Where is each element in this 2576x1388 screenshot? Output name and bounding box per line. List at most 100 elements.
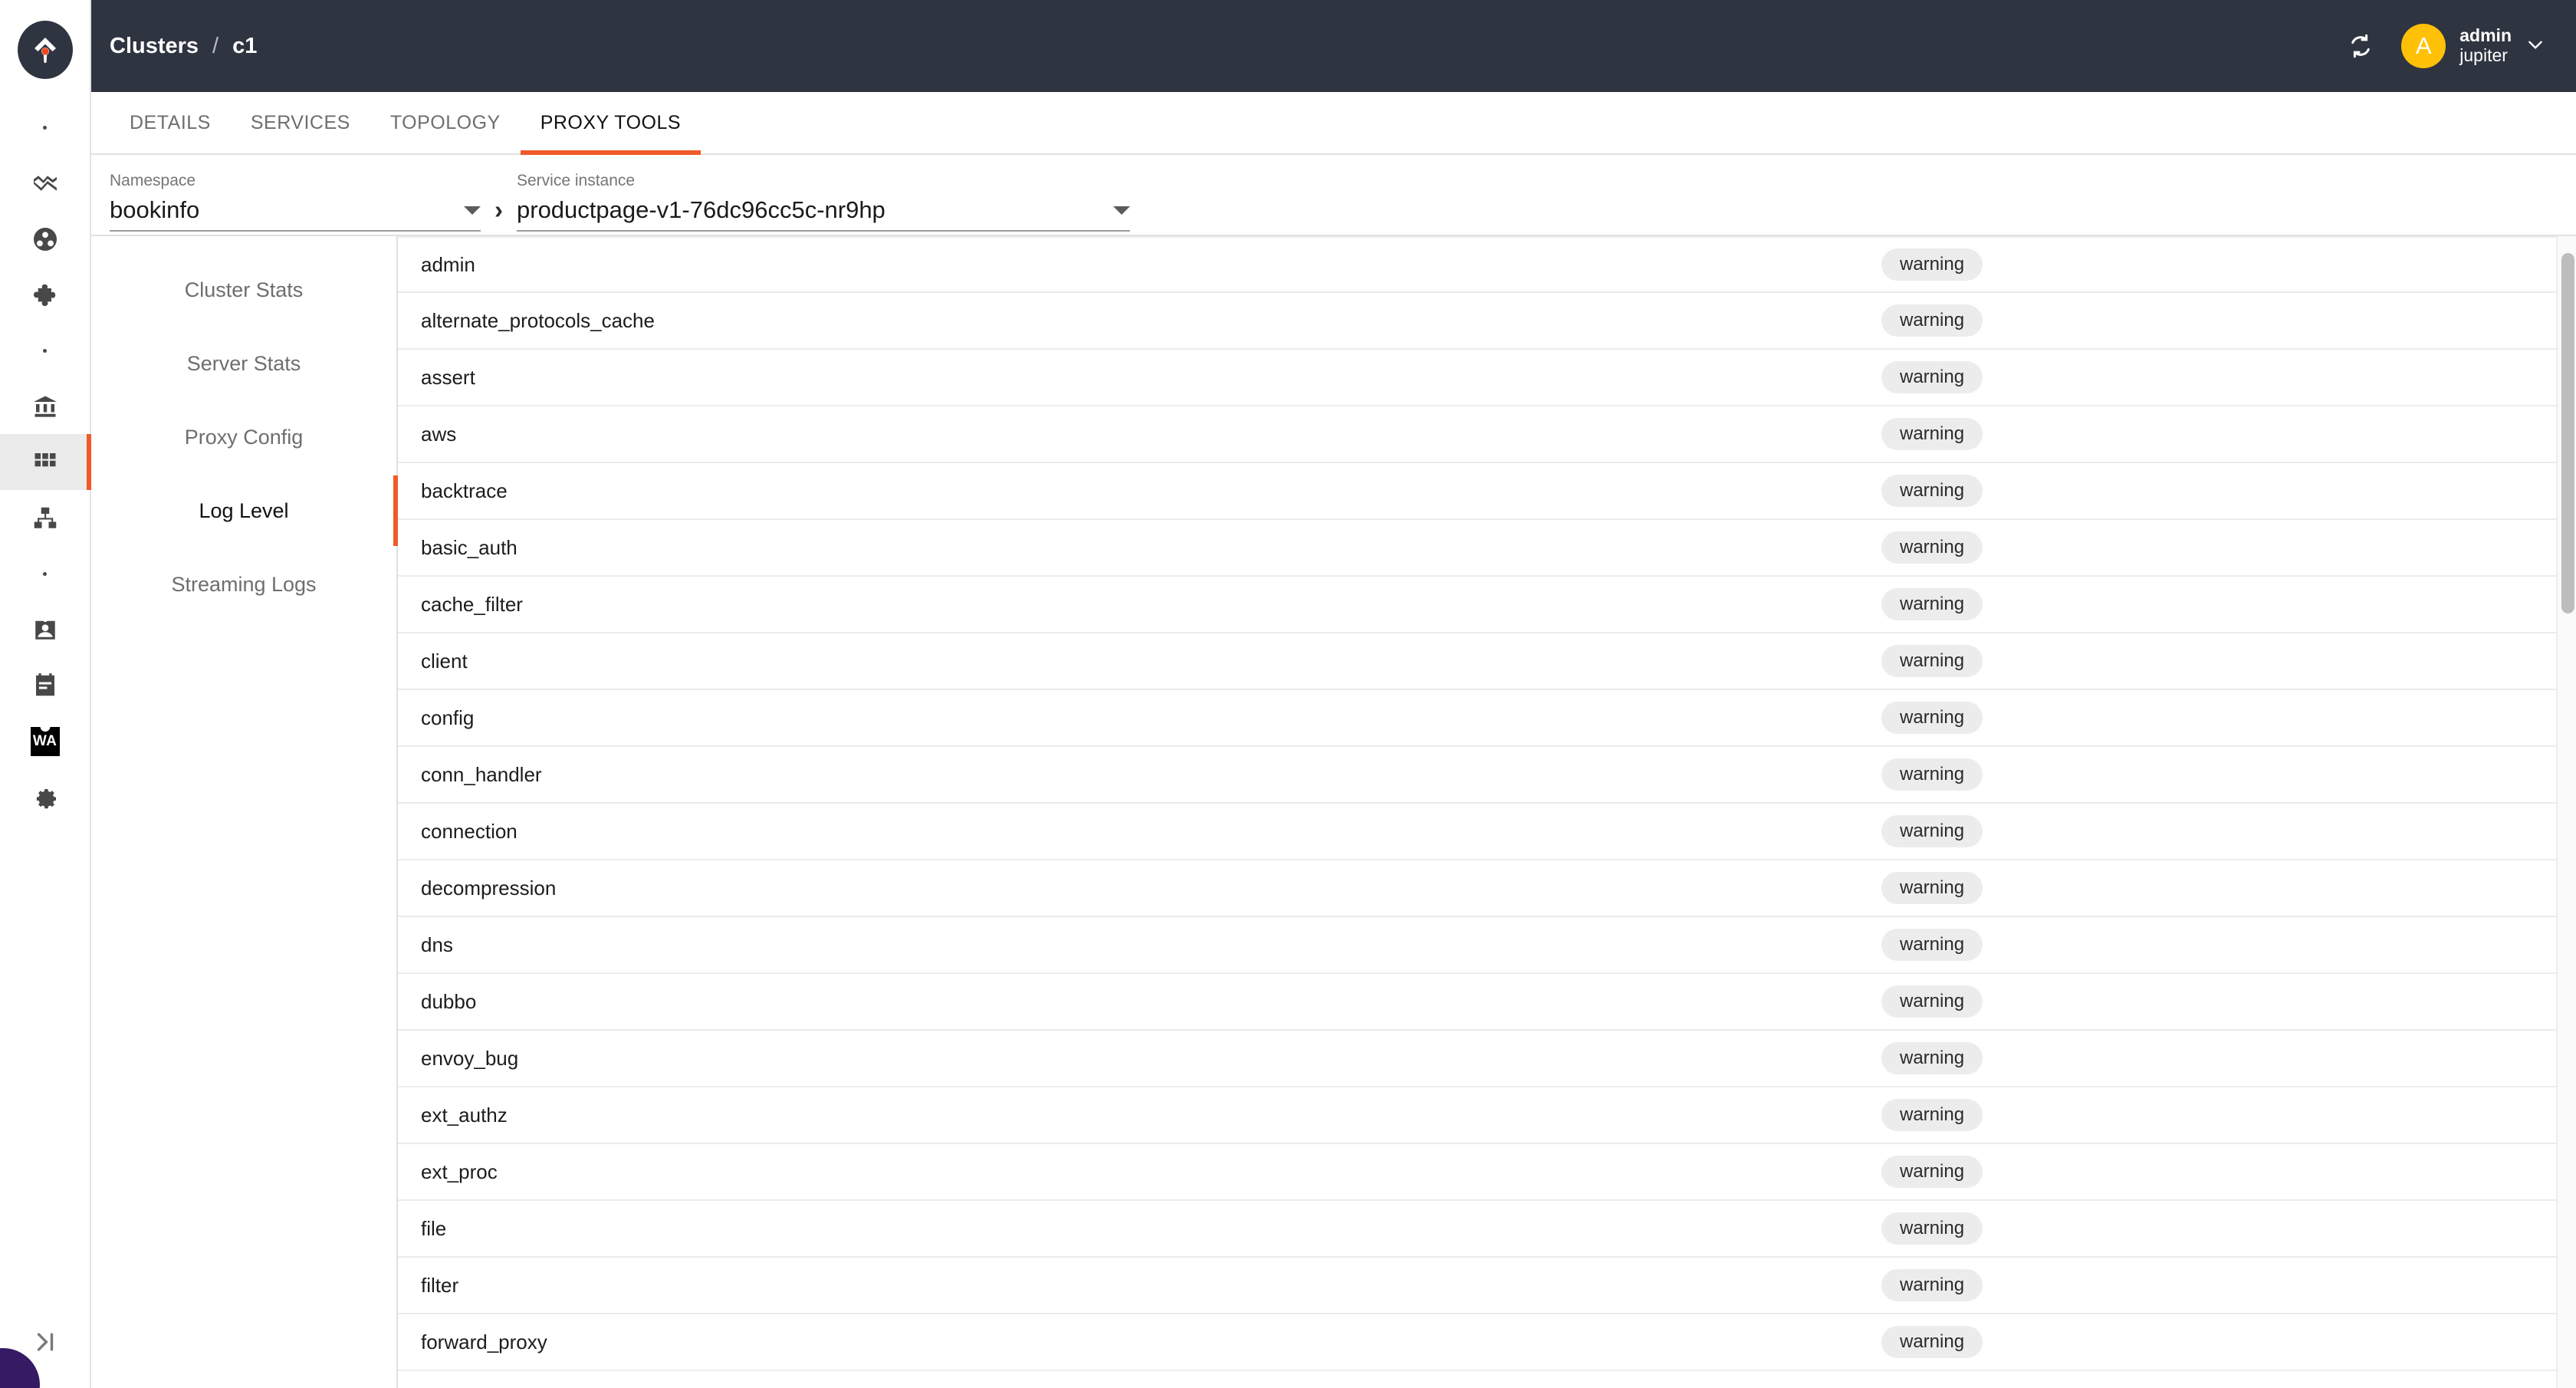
table-row[interactable]: filter warning: [398, 1258, 2576, 1314]
sidebar-item-plugins[interactable]: [0, 267, 90, 323]
subnav-item-server-stats[interactable]: Server Stats: [91, 327, 396, 400]
logger-name: decompression: [421, 876, 557, 900]
log-level-chip[interactable]: warning: [1881, 815, 1983, 847]
log-level-chip[interactable]: warning: [1881, 475, 1983, 507]
namespace-select[interactable]: Namespace bookinfo: [110, 172, 481, 235]
refresh-icon[interactable]: [2346, 31, 2375, 61]
log-level-chip[interactable]: warning: [1881, 248, 1983, 281]
logger-name: alternate_protocols_cache: [421, 308, 655, 332]
logger-name: connection: [421, 819, 518, 843]
service-mesh-icon: [33, 227, 57, 251]
tetrate-logo[interactable]: [17, 21, 73, 79]
tab-details[interactable]: DETAILS: [110, 92, 231, 153]
subnav-item-log-level[interactable]: Log Level: [91, 474, 398, 548]
settings-gear-icon: [36, 788, 56, 808]
wa-badge-icon: WA: [30, 726, 60, 756]
subnav-item-streaming-logs[interactable]: Streaming Logs: [91, 548, 396, 621]
top-bar-right: A admin jupiter: [2346, 24, 2545, 68]
sidebar-item-topology[interactable]: [0, 490, 90, 546]
logger-name: dubbo: [421, 989, 477, 1013]
log-level-chip[interactable]: warning: [1881, 872, 1983, 904]
avatar: A: [2401, 24, 2446, 68]
sidebar-item-service-mesh[interactable]: [0, 211, 90, 267]
log-level-chip[interactable]: warning: [1881, 361, 1983, 393]
logger-name: admin: [421, 252, 475, 276]
table-row[interactable]: config warning: [398, 690, 2576, 747]
log-level-chip[interactable]: warning: [1881, 304, 1983, 337]
log-level-chip[interactable]: warning: [1881, 1099, 1983, 1131]
log-level-chip[interactable]: warning: [1881, 645, 1983, 677]
log-level-table: admin warning alternate_protocols_cache war…: [398, 236, 2576, 1371]
table-row[interactable]: dns warning: [398, 917, 2576, 974]
topology-icon: [34, 507, 56, 528]
table-row[interactable]: backtrace warning: [398, 463, 2576, 520]
user-org: jupiter: [2459, 45, 2508, 65]
sidebar-item-audit-logs[interactable]: [0, 657, 90, 713]
subnav-item-proxy-config[interactable]: Proxy Config: [91, 400, 396, 474]
namespace-value: bookinfo: [110, 196, 200, 223]
breadcrumb-root[interactable]: Clusters: [110, 34, 199, 59]
table-row[interactable]: conn_handler warning: [398, 747, 2576, 804]
table-row[interactable]: forward_proxy warning: [398, 1314, 2576, 1371]
sidebar-item-organization[interactable]: [0, 378, 90, 434]
tab-services[interactable]: SERVICES: [231, 92, 370, 153]
log-level-chip[interactable]: warning: [1881, 418, 1983, 450]
log-level-chip[interactable]: warning: [1881, 985, 1983, 1018]
log-level-chip[interactable]: warning: [1881, 758, 1983, 791]
logger-name: ext_authz: [421, 1103, 508, 1127]
table-row[interactable]: alternate_protocols_cache warning: [398, 293, 2576, 350]
organization-icon: [33, 396, 57, 417]
logger-name: cache_filter: [421, 592, 523, 616]
sidebar-item-wa[interactable]: WA: [0, 713, 90, 769]
sidebar-item-identity[interactable]: [0, 601, 90, 657]
table-row[interactable]: ext_authz warning: [398, 1087, 2576, 1144]
vertical-scrollbar[interactable]: [2556, 236, 2576, 1388]
table-row[interactable]: assert warning: [398, 350, 2576, 406]
table-row[interactable]: aws warning: [398, 406, 2576, 463]
service-instance-label: Service instance: [517, 172, 636, 189]
table-row[interactable]: envoy_bug warning: [398, 1031, 2576, 1087]
log-level-chip[interactable]: warning: [1881, 1042, 1983, 1074]
log-level-chip[interactable]: warning: [1881, 1156, 1983, 1188]
top-bar: Clusters / c1 A admin jupiter: [91, 0, 2576, 92]
sidebar-item-clusters[interactable]: [0, 434, 91, 490]
table-row[interactable]: basic_auth warning: [398, 520, 2576, 577]
log-level-chip[interactable]: warning: [1881, 1212, 1983, 1245]
log-level-chip[interactable]: warning: [1881, 702, 1983, 734]
tab-proxy-tools[interactable]: PROXY TOOLS: [520, 92, 702, 155]
logger-name: forward_proxy: [421, 1330, 547, 1353]
user-menu[interactable]: A admin jupiter: [2401, 24, 2545, 68]
table-row[interactable]: ext_proc warning: [398, 1144, 2576, 1201]
logger-name: config: [421, 706, 475, 729]
table-row[interactable]: decompression warning: [398, 860, 2576, 917]
log-level-table-wrap: admin warning alternate_protocols_cache war…: [398, 236, 2576, 1388]
table-row[interactable]: dubbo warning: [398, 974, 2576, 1031]
log-level-chip[interactable]: warning: [1881, 588, 1983, 620]
service-instance-select[interactable]: Service instance productpage-v1-76dc96cc…: [517, 172, 1130, 235]
table-row[interactable]: admin warning: [398, 236, 2576, 293]
log-level-chip[interactable]: warning: [1881, 929, 1983, 961]
scrollbar-thumb[interactable]: [2561, 253, 2574, 613]
table-row[interactable]: client warning: [398, 633, 2576, 690]
subnav-item-cluster-stats[interactable]: Cluster Stats: [91, 253, 396, 327]
log-level-chip[interactable]: warning: [1881, 531, 1983, 564]
namespace-field[interactable]: bookinfo: [110, 196, 481, 232]
table-row[interactable]: file warning: [398, 1201, 2576, 1258]
left-rail: WA: [0, 0, 91, 1388]
sidebar-item-metrics[interactable]: [0, 155, 90, 211]
user-names: admin jupiter: [2459, 25, 2512, 66]
log-level-chip[interactable]: warning: [1881, 1269, 1983, 1301]
body-area: Cluster Stats Server Stats Proxy Config …: [91, 235, 2576, 1388]
logger-name: dns: [421, 932, 453, 956]
service-instance-field[interactable]: productpage-v1-76dc96cc5c-nr9hp: [517, 196, 1130, 232]
tab-topology[interactable]: TOPOLOGY: [370, 92, 521, 153]
sidebar-item-settings[interactable]: [0, 769, 90, 825]
table-row[interactable]: connection warning: [398, 804, 2576, 860]
log-level-chip[interactable]: warning: [1881, 1326, 1983, 1358]
rail-items: WA: [0, 100, 91, 825]
logger-name: conn_handler: [421, 762, 542, 786]
chevron-down-icon: [2525, 35, 2545, 58]
selector-arrow-icon: ›: [495, 196, 503, 224]
breadcrumb-separator: /: [212, 33, 219, 58]
table-row[interactable]: cache_filter warning: [398, 577, 2576, 633]
